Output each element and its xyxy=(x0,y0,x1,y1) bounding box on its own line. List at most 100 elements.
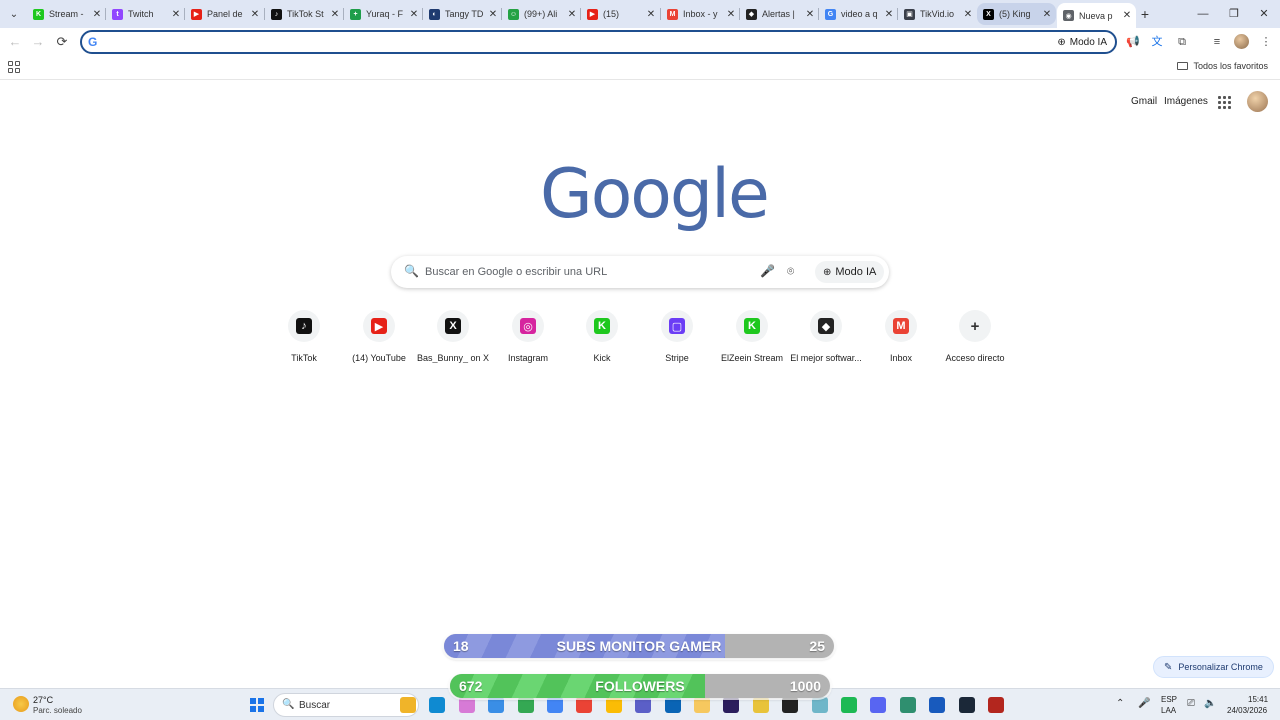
gmail-link[interactable]: Gmail xyxy=(1131,96,1157,107)
browser-tab[interactable]: t Twitch ✕ xyxy=(106,3,185,25)
shortcut-tile[interactable]: ♪ TikTok xyxy=(266,310,342,370)
ntp-search-box[interactable]: 🔍 Buscar en Google o escribir una URL 🎤 … xyxy=(391,256,889,288)
shortcut-tile[interactable]: K ElZeein Stream xyxy=(714,310,790,370)
google-account-avatar[interactable] xyxy=(1247,91,1268,112)
all-bookmarks-button[interactable]: Todos los favoritos xyxy=(1177,61,1268,71)
spotify-taskbar-icon[interactable] xyxy=(841,697,857,713)
browser-tab[interactable]: Gvideo a q ✕ xyxy=(819,3,898,25)
input-language[interactable]: ESP xyxy=(1161,695,1177,704)
megaphone-extension-icon[interactable]: 📢 xyxy=(1126,35,1140,49)
forward-button[interactable]: → xyxy=(30,34,46,50)
back-button[interactable]: ← xyxy=(7,34,23,50)
word-taskbar-icon[interactable] xyxy=(929,697,945,713)
discord-taskbar-icon[interactable] xyxy=(870,697,886,713)
copilot-taskbar-icon[interactable] xyxy=(459,697,475,713)
tab-close-icon[interactable]: ✕ xyxy=(882,9,896,20)
store-taskbar-icon[interactable] xyxy=(488,697,504,713)
tab-close-icon[interactable]: ✕ xyxy=(565,9,579,20)
premiere-taskbar-icon[interactable] xyxy=(723,697,739,713)
browser-tab[interactable]: ▶ (15) ✕ xyxy=(581,3,660,25)
tab-close-icon[interactable]: ✕ xyxy=(1040,9,1054,20)
shortcut-tile[interactable]: M Inbox xyxy=(863,310,939,370)
tab-close-icon[interactable]: ✕ xyxy=(1120,10,1134,21)
close-window-button[interactable]: ✕ xyxy=(1256,6,1272,22)
weather-sun-icon[interactable] xyxy=(13,696,29,712)
tab-close-icon[interactable]: ✕ xyxy=(328,9,342,20)
browser-tab[interactable]: ☺ (99+) Ali ✕ xyxy=(502,3,581,25)
shortcut-tile[interactable]: ▶ (14) YouTube xyxy=(341,310,417,370)
tab-search-chevron-icon[interactable]: ⌄ xyxy=(5,5,23,23)
tab-close-icon[interactable]: ✕ xyxy=(248,9,262,20)
files-taskbar-icon[interactable] xyxy=(694,697,710,713)
app-yellow-taskbar-icon[interactable] xyxy=(753,697,769,713)
ai-mode-button[interactable]: ⊕ Modo IA xyxy=(1057,34,1107,50)
shortcut-tile[interactable]: ▢ Stripe xyxy=(639,310,715,370)
tab-close-icon[interactable]: ✕ xyxy=(961,9,975,20)
shortcut-tile[interactable]: X Bas_Bunny_ on X xyxy=(415,310,491,370)
media-controls-icon[interactable]: ≡ xyxy=(1210,35,1224,49)
app-blue-taskbar-icon[interactable] xyxy=(635,697,651,713)
tab-close-icon[interactable]: ✕ xyxy=(407,9,421,20)
browser-tab[interactable]: ◆ Alertas | ✕ xyxy=(740,3,819,25)
apps-grid-icon[interactable] xyxy=(8,61,20,73)
clock-time[interactable]: 15:41 xyxy=(1248,695,1268,704)
shortcut-tile[interactable]: ◎ Instagram xyxy=(490,310,566,370)
browser-tab[interactable]: M Inbox - y ✕ xyxy=(661,3,740,25)
app-teal-taskbar-icon[interactable] xyxy=(812,697,828,713)
volume-icon[interactable]: 🔈 xyxy=(1204,698,1216,709)
shortcut-tile[interactable]: ◆ El mejor softwar... xyxy=(788,310,864,370)
taskbar-search[interactable]: 🔍 Buscar xyxy=(273,693,419,717)
weather-temperature[interactable]: 27°C xyxy=(33,695,53,705)
browser-tab[interactable]: ◐ Tangy TD ✕ xyxy=(423,3,502,25)
search-placeholder[interactable]: Buscar en Google o escribir una URL xyxy=(425,266,607,278)
tab-close-icon[interactable]: ✕ xyxy=(724,9,738,20)
app-red-taskbar-icon[interactable] xyxy=(988,697,1004,713)
translate-extension-icon[interactable]: 文 xyxy=(1150,35,1164,49)
google-apps-grid-icon[interactable] xyxy=(1218,96,1231,109)
chrome-3-taskbar-icon[interactable] xyxy=(576,697,592,713)
weather-description[interactable]: Parc. soleado xyxy=(33,706,82,715)
new-tab-button[interactable]: + xyxy=(1137,6,1153,22)
images-link[interactable]: Imágenes xyxy=(1164,96,1208,107)
minimize-button[interactable]: — xyxy=(1195,6,1211,22)
shortcut-tile[interactable]: + Acceso directo xyxy=(937,310,1013,370)
ntp-ai-mode-button[interactable]: ⊕ Modo IA xyxy=(815,261,885,283)
browser-tab[interactable]: X (5) King ✕ xyxy=(977,3,1056,25)
tab-close-icon[interactable]: ✕ xyxy=(90,9,104,20)
keyboard-layout[interactable]: LAA xyxy=(1161,706,1176,715)
customize-chrome-button[interactable]: ✎ Personalizar Chrome xyxy=(1153,656,1274,678)
steam-taskbar-icon[interactable] xyxy=(959,697,975,713)
address-bar[interactable]: G ⊕ Modo IA xyxy=(80,30,1117,54)
microphone-icon[interactable]: 🎤 xyxy=(760,264,775,278)
file-explorer-taskbar-icon[interactable] xyxy=(400,697,416,713)
browser-tab[interactable]: K Stream - ✕ xyxy=(27,3,106,25)
shortcut-tile[interactable]: K Kick xyxy=(564,310,640,370)
browser-tab[interactable]: ◉ Nueva p ✕ xyxy=(1057,3,1136,28)
reload-button[interactable]: ⟳ xyxy=(54,34,70,50)
chrome-4-taskbar-icon[interactable] xyxy=(606,697,622,713)
tray-microphone-icon[interactable]: 🎤 xyxy=(1138,698,1150,709)
clock-date[interactable]: 24/03/2026 xyxy=(1227,706,1267,715)
chrome-1-taskbar-icon[interactable] xyxy=(518,697,534,713)
browser-tab[interactable]: ♪ TikTok St ✕ xyxy=(265,3,344,25)
maximize-button[interactable]: ❐ xyxy=(1226,6,1242,22)
browser-tab[interactable]: ▶ Panel de ✕ xyxy=(185,3,264,25)
tab-close-icon[interactable]: ✕ xyxy=(486,9,500,20)
notes-taskbar-icon[interactable] xyxy=(900,697,916,713)
tray-chevron-up-icon[interactable]: ⌃ xyxy=(1116,698,1124,709)
tab-close-icon[interactable]: ✕ xyxy=(169,9,183,20)
outlook-taskbar-icon[interactable] xyxy=(665,697,681,713)
network-icon[interactable]: ⎚ xyxy=(1187,698,1195,709)
google-lens-icon[interactable]: ⌾ xyxy=(787,264,794,279)
profile-avatar-toolbar[interactable] xyxy=(1234,34,1249,49)
edge-taskbar-icon[interactable] xyxy=(429,697,445,713)
chrome-2-taskbar-icon[interactable] xyxy=(547,697,563,713)
browser-tab[interactable]: + Yuraq - F ✕ xyxy=(344,3,423,25)
extensions-puzzle-icon[interactable]: ⧉ xyxy=(1175,35,1189,49)
tab-close-icon[interactable]: ✕ xyxy=(644,9,658,20)
browser-tab[interactable]: ▣ TikVid.io ✕ xyxy=(898,3,977,25)
app-dark-taskbar-icon[interactable] xyxy=(782,697,798,713)
windows-start-icon[interactable] xyxy=(250,698,264,712)
tab-close-icon[interactable]: ✕ xyxy=(803,9,817,20)
chrome-menu-icon[interactable]: ⋮ xyxy=(1259,35,1273,49)
